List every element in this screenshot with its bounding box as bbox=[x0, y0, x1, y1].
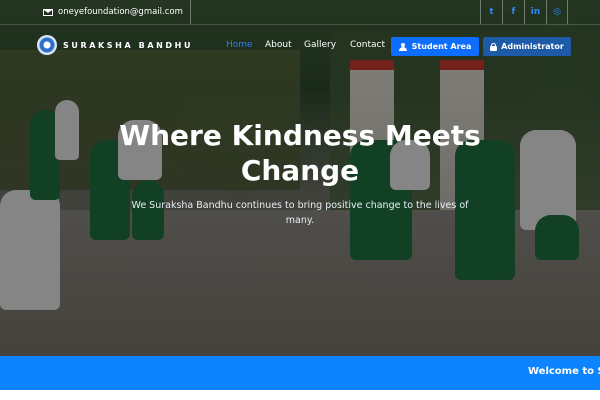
user-plus-icon bbox=[398, 42, 408, 51]
nav-item-home[interactable]: Home bbox=[226, 40, 253, 50]
lock-icon bbox=[490, 42, 498, 51]
main-navbar: SURAKSHA BANDHU Home About Gallery Conta… bbox=[0, 24, 600, 68]
hero-subtext: We Suraksha Bandhu continues to bring po… bbox=[131, 200, 469, 226]
nav-item-about[interactable]: About bbox=[265, 40, 292, 50]
brand-logo-icon bbox=[37, 35, 57, 55]
nav-item-contact[interactable]: Contact bbox=[350, 40, 385, 50]
email-link[interactable]: oneyefoundation@gmail.com bbox=[36, 0, 191, 24]
instagram-icon[interactable]: ◎ bbox=[546, 0, 568, 24]
welcome-ticker: Welcome to Su bbox=[0, 356, 600, 390]
page-bottom-strip bbox=[0, 390, 600, 400]
hero-headline: Where Kindness Meets Change bbox=[119, 119, 481, 187]
twitter-icon[interactable]: t bbox=[480, 0, 502, 24]
envelope-icon bbox=[43, 8, 53, 16]
email-text: oneyefoundation@gmail.com bbox=[58, 7, 183, 17]
nav-item-gallery[interactable]: Gallery bbox=[304, 40, 336, 50]
administrator-label: Administrator bbox=[501, 42, 564, 51]
brand-name: SURAKSHA BANDHU bbox=[63, 40, 194, 50]
student-area-label: Student Area bbox=[411, 42, 472, 51]
facebook-icon[interactable]: f bbox=[502, 0, 524, 24]
linkedin-icon[interactable]: in bbox=[524, 0, 546, 24]
administrator-button[interactable]: Administrator bbox=[483, 37, 571, 56]
top-bar: oneyefoundation@gmail.com t f in ◎ bbox=[0, 0, 600, 24]
ticker-text: Welcome to Su bbox=[528, 366, 600, 377]
student-area-button[interactable]: Student Area bbox=[391, 37, 479, 56]
brand-logo-link[interactable]: SURAKSHA BANDHU bbox=[37, 35, 193, 55]
